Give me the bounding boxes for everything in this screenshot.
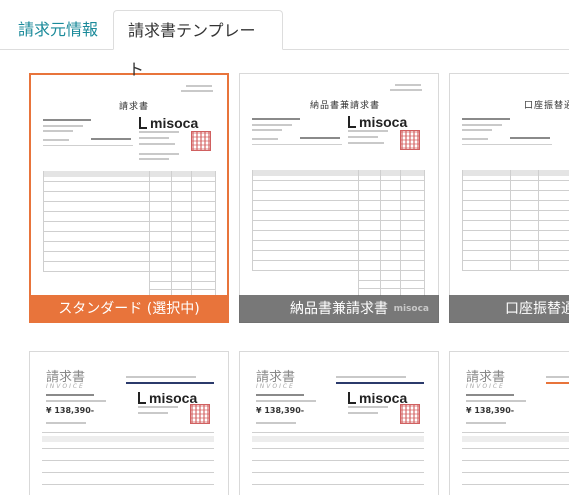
preview-doc-subtitle: INVOICE bbox=[466, 383, 505, 390]
template-preview: 請求書 INVOICE ¥ 138,390- bbox=[449, 351, 569, 495]
template-preview: 口座振替通知 bbox=[449, 73, 569, 323]
company-seal-stamp bbox=[400, 404, 420, 424]
template-caption: 口座振替通 bbox=[449, 295, 569, 323]
template-caption: スタンダード (選択中) bbox=[29, 295, 229, 323]
template-preview: 請求書 INVOICE ¥ 138,390- misoca bbox=[29, 351, 229, 495]
preview-doc-title: 口座振替通知 bbox=[524, 101, 569, 111]
preview-doc-subtitle: INVOICE bbox=[46, 383, 85, 390]
template-card-account-transfer[interactable]: 口座振替通知 口座振替通 bbox=[449, 73, 569, 323]
template-preview: 請求書 INVOICE ¥ 138,390- misoca bbox=[239, 351, 439, 495]
preview-total: ¥ 138,390- bbox=[46, 406, 95, 415]
template-card-invoice-dark[interactable]: 請求書 INVOICE ¥ 138,390- misoca bbox=[29, 351, 229, 495]
tab-invoice-template[interactable]: 請求書テンプレート bbox=[113, 10, 283, 79]
preview-doc-subtitle: INVOICE bbox=[256, 383, 295, 390]
misoca-logo: misoca bbox=[348, 114, 407, 130]
preview-total: ¥ 138,390- bbox=[466, 406, 515, 415]
template-caption: 納品書兼請求書 misoca bbox=[239, 295, 439, 323]
misoca-logo: misoca bbox=[139, 115, 198, 131]
tab-bar: 請求元情報 請求書テンプレート bbox=[0, 0, 569, 79]
template-grid: 請求書 misoca スタンダード (選択中) 納品書兼請求書 misoca 納… bbox=[0, 50, 569, 495]
company-seal-stamp bbox=[191, 131, 211, 151]
template-card-standard[interactable]: 請求書 misoca スタンダード (選択中) bbox=[29, 73, 229, 323]
company-seal-stamp bbox=[400, 130, 420, 150]
tab-billing-source-info[interactable]: 請求元情報 bbox=[4, 10, 112, 49]
preview-doc-title: 請求書 bbox=[119, 102, 150, 112]
template-card-delivery-invoice[interactable]: 納品書兼請求書 misoca 納品書兼請求書 misoca bbox=[239, 73, 439, 323]
template-card-invoice-navy[interactable]: 請求書 INVOICE ¥ 138,390- misoca bbox=[239, 351, 439, 495]
template-preview: 納品書兼請求書 misoca bbox=[239, 73, 439, 323]
company-seal-stamp bbox=[190, 404, 210, 424]
preview-total: ¥ 138,390- bbox=[256, 406, 305, 415]
template-preview: 請求書 misoca bbox=[29, 73, 229, 323]
misoca-logo: misoca bbox=[348, 390, 407, 406]
caption-logo-mark: misoca bbox=[393, 304, 429, 314]
preview-doc-title: 納品書兼請求書 bbox=[310, 101, 381, 111]
template-card-invoice-orange[interactable]: 請求書 INVOICE ¥ 138,390- bbox=[449, 351, 569, 495]
misoca-logo: misoca bbox=[138, 390, 197, 406]
